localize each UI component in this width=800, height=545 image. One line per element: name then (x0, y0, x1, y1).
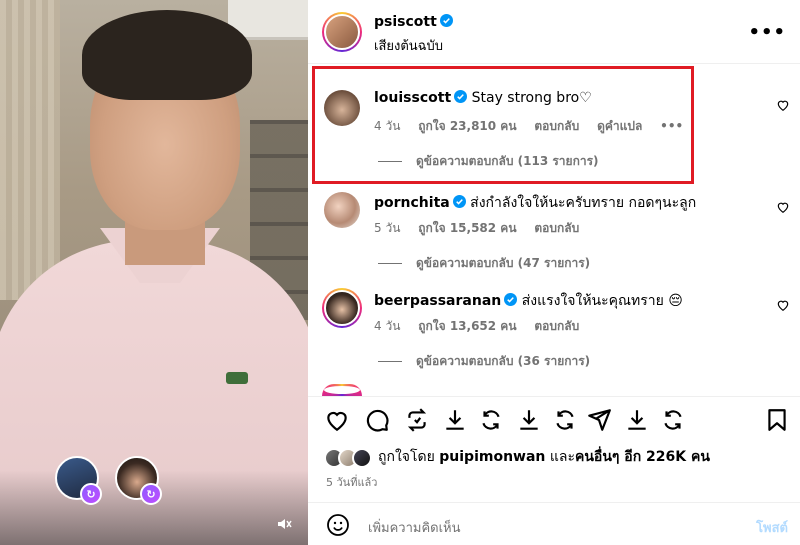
comment-icon[interactable] (364, 407, 390, 433)
cohost-badge-icon: ↻ (80, 483, 102, 505)
repost-icon[interactable] (404, 407, 430, 433)
comment-avatar-partial (322, 384, 362, 396)
more-options-icon[interactable]: ••• (748, 22, 786, 43)
comment-avatar[interactable] (324, 192, 360, 228)
comment-like-icon[interactable] (776, 298, 790, 312)
post-comment-button[interactable]: โพสต์ (756, 517, 788, 538)
liked-by-others[interactable]: คนอื่นๆ อีก 226K คน (575, 449, 710, 465)
action-bar (308, 396, 800, 442)
view-replies-button[interactable]: ดูข้อความตอบกลับ (47 รายการ) (378, 254, 590, 273)
view-replies-button[interactable]: ดูข้อความตอบกลับ (36 รายการ) (378, 352, 590, 371)
emoji-icon[interactable] (326, 513, 350, 537)
reply-button[interactable]: ตอบกลับ (534, 221, 579, 235)
post-header: psiscott เสียงต้นฉบับ ••• (308, 0, 800, 64)
hair (82, 10, 252, 100)
download-icon[interactable] (516, 407, 542, 433)
live-video[interactable]: ↻ ↻ (0, 0, 308, 545)
verified-icon (439, 14, 453, 27)
liked-by-text: ถูกใจโดย puipimonwan และคนอื่นๆ อีก 226K… (378, 446, 710, 468)
highlight-box (312, 66, 694, 184)
window-blinds (0, 0, 60, 300)
refresh-icon[interactable] (660, 407, 686, 433)
comment-like-icon[interactable] (776, 98, 790, 112)
author-username[interactable]: psiscott (374, 14, 437, 30)
cohost-badge-icon: ↻ (140, 483, 162, 505)
share-icon[interactable] (586, 407, 612, 433)
verified-icon (452, 195, 466, 208)
post-panel: psiscott เสียงต้นฉบับ ••• louisscott Sta… (308, 0, 800, 545)
comment-composer: เพิ่มความคิดเห็น โพสต์ (308, 502, 800, 545)
comment-age: 4 วัน (374, 319, 401, 333)
comment-avatar[interactable] (322, 288, 362, 328)
comment-input[interactable]: เพิ่มความคิดเห็น (368, 517, 461, 538)
heart-icon[interactable] (324, 407, 350, 433)
download-icon[interactable] (624, 407, 650, 433)
comment-text: beerpassaranan ส่งแรงใจให้นะคุณทราย 😔 (374, 290, 683, 312)
comment-body: ส่งกำลังใจให้นะครับทราย กอดๆนะลูก (470, 195, 697, 211)
liked-by-user[interactable]: puipimonwan (439, 449, 545, 465)
liked-by-middle: และ (545, 449, 575, 465)
comment-body: ส่งแรงใจให้นะคุณทราย 😔 (521, 293, 683, 309)
post-timestamp[interactable]: 5 วันที่แล้ว (326, 473, 377, 491)
refresh-icon[interactable] (478, 407, 504, 433)
view-replies-label: ดูข้อความตอบกลับ (47 รายการ) (416, 256, 591, 270)
shirt-logo (226, 372, 248, 384)
comment-text: pornchita ส่งกำลังใจให้นะครับทราย กอดๆนะ… (374, 192, 696, 214)
replies-divider (378, 361, 402, 362)
comment-like-icon[interactable] (776, 200, 790, 214)
reply-button[interactable]: ตอบกลับ (534, 319, 579, 333)
comment-meta: 5 วัน ถูกใจ 15,582 คน ตอบกลับ (374, 219, 593, 238)
author-avatar[interactable] (322, 12, 362, 52)
mute-icon[interactable] (276, 516, 292, 532)
liker-avatar[interactable] (352, 448, 372, 468)
comment-likes[interactable]: ถูกใจ 15,582 คน (418, 221, 516, 235)
comment-username[interactable]: pornchita (374, 195, 450, 211)
replies-divider (378, 263, 402, 264)
liked-by-prefix: ถูกใจโดย (378, 449, 440, 465)
comment-meta: 4 วัน ถูกใจ 13,652 คน ตอบกลับ (374, 317, 593, 336)
audio-label[interactable]: เสียงต้นฉบับ (374, 35, 443, 56)
comment-age: 5 วัน (374, 221, 401, 235)
comment-likes[interactable]: ถูกใจ 13,652 คน (418, 319, 516, 333)
view-replies-label: ดูข้อความตอบกลับ (36 รายการ) (416, 354, 591, 368)
save-icon[interactable] (764, 407, 790, 433)
verified-icon (504, 293, 518, 306)
comment-username[interactable]: beerpassaranan (374, 293, 501, 309)
download-icon[interactable] (442, 407, 468, 433)
author-name[interactable]: psiscott (374, 14, 453, 30)
refresh-icon[interactable] (552, 407, 578, 433)
